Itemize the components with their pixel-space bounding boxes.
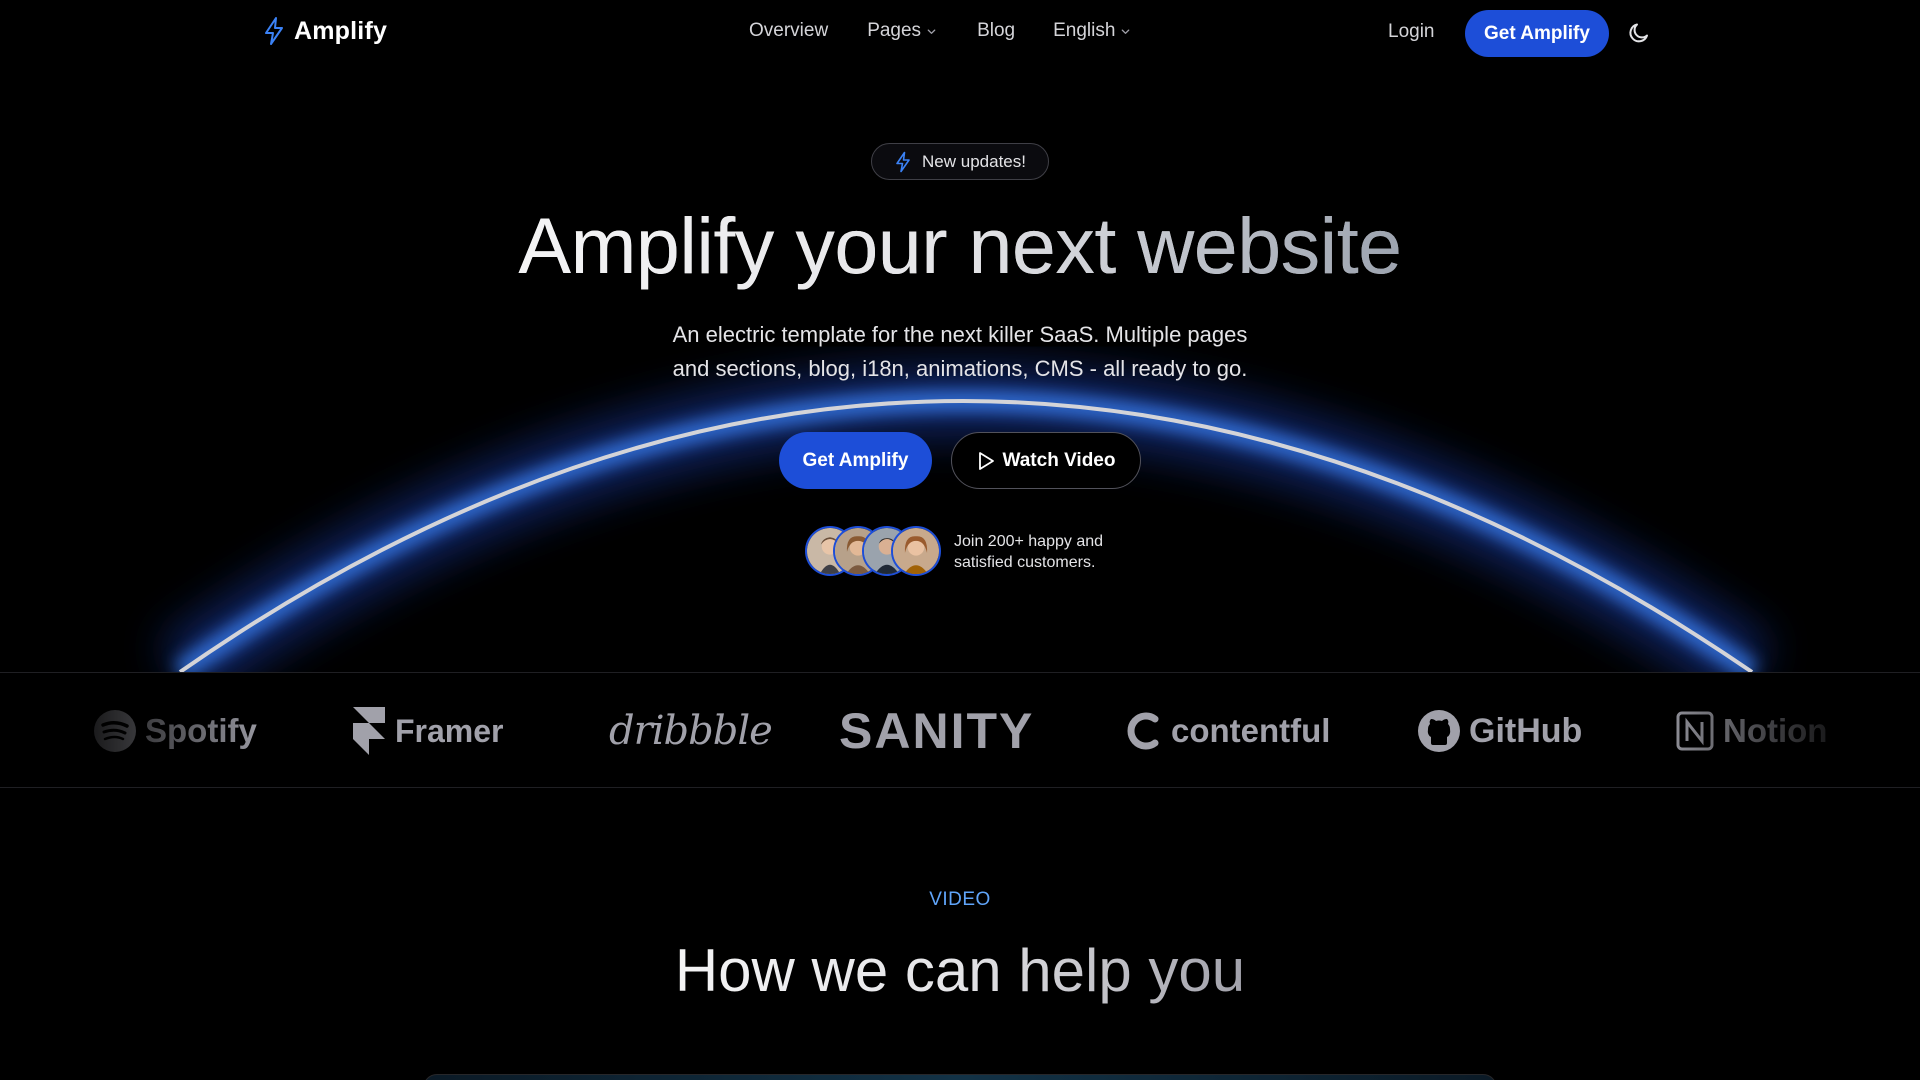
logo-label: SANITY bbox=[839, 703, 1035, 759]
customer-logo-strip: Spotify Framer dribbble SANITY contentfu… bbox=[0, 672, 1920, 788]
lightning-icon bbox=[896, 151, 910, 172]
avatar bbox=[891, 526, 941, 576]
section-eyebrow: VIDEO bbox=[929, 889, 991, 910]
customer-avatars bbox=[805, 526, 941, 576]
hero-title: Amplify your next website bbox=[0, 200, 1920, 292]
framer-icon bbox=[353, 707, 385, 755]
section-title: How we can help you bbox=[0, 936, 1920, 1005]
section-title-text: How we can help you bbox=[674, 937, 1246, 1004]
hero-subtitle-line: An electric template for the next killer… bbox=[672, 322, 1248, 347]
video-player[interactable] bbox=[423, 1074, 1497, 1080]
logo-label: GitHub bbox=[1469, 711, 1583, 750]
github-icon bbox=[1418, 710, 1460, 752]
logo-sanity: SANITY bbox=[839, 673, 1035, 787]
logo-github: GitHub bbox=[1417, 673, 1583, 787]
spotify-icon bbox=[94, 710, 136, 752]
hero-title-text: Amplify your next website bbox=[518, 201, 1402, 290]
logo-dribbble: dribbble bbox=[609, 673, 773, 787]
logo-label: Notion bbox=[1723, 712, 1828, 749]
social-proof-line: satisfied customers. bbox=[954, 554, 1096, 571]
logo-notion: Notion bbox=[1675, 673, 1828, 787]
notion-icon bbox=[1676, 711, 1714, 751]
get-amplify-button[interactable]: Get Amplify bbox=[779, 432, 932, 489]
contentful-icon bbox=[1127, 712, 1159, 750]
logo-label: Framer bbox=[395, 712, 504, 749]
play-icon bbox=[978, 451, 994, 470]
watch-video-label: Watch Video bbox=[1002, 449, 1116, 471]
social-proof-text: Join 200+ happy and satisfied customers. bbox=[954, 531, 1103, 573]
logo-label: dribbble bbox=[609, 708, 773, 754]
logo-contentful: contentful bbox=[1125, 673, 1331, 787]
badge-label: New updates! bbox=[922, 151, 1026, 171]
logo-spotify: Spotify bbox=[93, 673, 257, 787]
logo-label: contentful bbox=[1171, 712, 1331, 749]
social-proof-line: Join 200+ happy and bbox=[954, 533, 1104, 550]
hero-subtitle-line: and sections, blog, i18n, animations, CM… bbox=[672, 356, 1248, 381]
logo-framer: Framer bbox=[351, 673, 504, 787]
watch-video-button[interactable]: Watch Video bbox=[951, 432, 1141, 489]
hero-subtitle: An electric template for the next killer… bbox=[0, 318, 1920, 386]
logo-label: Spotify bbox=[145, 712, 257, 749]
new-updates-badge[interactable]: New updates! bbox=[871, 143, 1049, 180]
